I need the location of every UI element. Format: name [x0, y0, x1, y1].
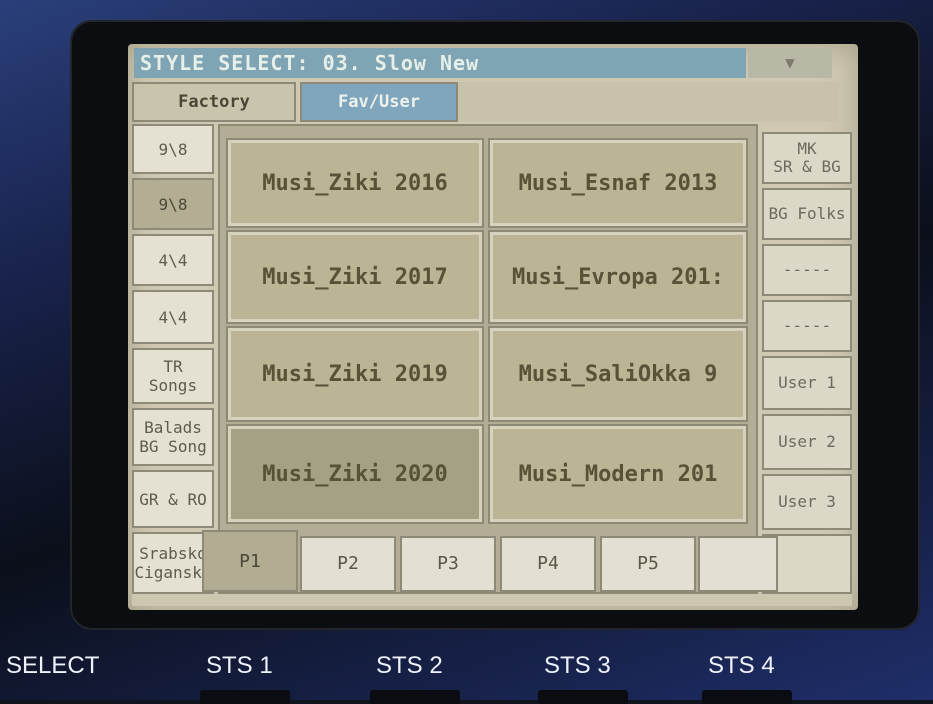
page-tab-p4[interactable]: P4 — [500, 536, 596, 592]
bank-button-right-user-3[interactable]: User 3 — [762, 474, 852, 530]
sts1-hardware-button[interactable]: STS 1 — [206, 652, 273, 680]
sts2-key[interactable] — [370, 690, 460, 704]
page-tab-p5[interactable]: P5 — [600, 536, 696, 592]
bank-label: 4\4 — [158, 307, 188, 327]
bank-button-left-6[interactable]: Balads BG Song — [132, 408, 214, 466]
bank-label: Ciganski — [134, 563, 212, 582]
sts3-hardware-button[interactable]: STS 3 — [544, 652, 611, 680]
style-cell-selected[interactable]: Musi_Ziki 2020 — [226, 424, 484, 524]
bank-label: MK — [797, 139, 817, 158]
bank-label: 9\8 — [158, 194, 188, 214]
select-hardware-button[interactable]: SELECT — [6, 652, 99, 680]
style-cell[interactable]: Musi_Ziki 2016 — [226, 138, 484, 228]
bank-label: TR — [163, 357, 183, 376]
sts4-key[interactable] — [702, 690, 792, 704]
style-cell[interactable]: Musi_Esnaf 2013 — [488, 138, 748, 228]
bank-button-right-user-1[interactable]: User 1 — [762, 356, 852, 410]
screen-bottom-edge — [132, 594, 852, 606]
lcd-screen: STYLE SELECT: 03. Slow New ▼ Factory Fav… — [128, 44, 858, 610]
bank-button-left-1[interactable]: 9\8 — [132, 124, 214, 174]
tab-factory[interactable]: Factory — [132, 82, 296, 122]
bank-label: User 3 — [778, 492, 836, 511]
style-cell[interactable]: Musi_Modern 201 — [488, 424, 748, 524]
tab-fav-user[interactable]: Fav/User — [300, 82, 458, 122]
bank-label: 4\4 — [158, 250, 188, 270]
tab-strip-background — [458, 82, 838, 122]
bank-label: ----- — [782, 260, 832, 279]
page-tab-p2[interactable]: P2 — [300, 536, 396, 592]
style-cell[interactable]: Musi_Ziki 2019 — [226, 326, 484, 422]
page-tab-p1[interactable]: P1 — [202, 530, 298, 592]
keyboard-body: STYLE SELECT: 03. Slow New ▼ Factory Fav… — [0, 0, 933, 704]
bank-button-right-1[interactable]: MK SR & BG — [762, 132, 852, 184]
bank-button-right-3[interactable]: ----- — [762, 244, 852, 296]
sts4-hardware-button[interactable]: STS 4 — [708, 652, 775, 680]
sts3-key[interactable] — [538, 690, 628, 704]
style-cell[interactable]: Musi_Ziki 2017 — [226, 230, 484, 324]
bank-label: BG Song — [139, 437, 207, 456]
bank-button-left-3[interactable]: 4\4 — [132, 234, 214, 286]
bank-label: BG Folks — [768, 204, 846, 223]
title-dropdown-arrow-icon[interactable]: ▼ — [748, 48, 832, 78]
bank-label: User 2 — [778, 432, 836, 451]
bank-label: Srabsko — [139, 544, 207, 563]
page-tab-p3[interactable]: P3 — [400, 536, 496, 592]
bank-label: SR & BG — [773, 157, 841, 176]
bank-button-left-4[interactable]: 4\4 — [132, 290, 214, 344]
bank-label: User 1 — [778, 373, 836, 392]
bank-label: Balads — [144, 418, 202, 437]
bank-label: 9\8 — [158, 139, 188, 159]
style-select-title: STYLE SELECT: 03. Slow New — [134, 48, 746, 78]
bank-button-right-user-2[interactable]: User 2 — [762, 414, 852, 470]
bank-label: GR & RO — [139, 489, 207, 509]
style-cell[interactable]: Musi_SaliOkka 9 — [488, 326, 748, 422]
page-tab-empty[interactable] — [698, 536, 778, 592]
bank-button-left-5[interactable]: TR Songs — [132, 348, 214, 404]
sts1-key[interactable] — [200, 690, 290, 704]
bank-button-right-4[interactable]: ----- — [762, 300, 852, 352]
bank-label: ----- — [782, 316, 832, 335]
bank-button-left-2[interactable]: 9\8 — [132, 178, 214, 230]
style-cell[interactable]: Musi_Evropa 201: — [488, 230, 748, 324]
style-grid-panel: Musi_Ziki 2016 Musi_Esnaf 2013 Musi_Ziki… — [218, 124, 758, 594]
bank-button-left-7[interactable]: GR & RO — [132, 470, 214, 528]
bank-label: Songs — [148, 376, 198, 395]
sts2-hardware-button[interactable]: STS 2 — [376, 652, 443, 680]
bank-button-right-2[interactable]: BG Folks — [762, 188, 852, 240]
